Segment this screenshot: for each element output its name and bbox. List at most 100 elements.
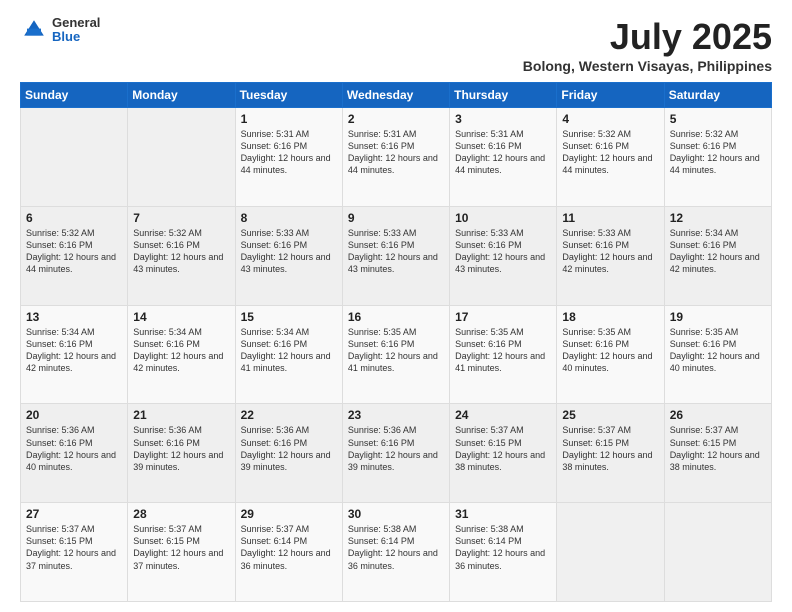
day-info: Sunrise: 5:34 AMSunset: 6:16 PMDaylight:… bbox=[26, 326, 122, 375]
day-number: 4 bbox=[562, 112, 658, 126]
calendar-table: SundayMondayTuesdayWednesdayThursdayFrid… bbox=[20, 82, 772, 602]
day-header-thursday: Thursday bbox=[450, 83, 557, 108]
day-info: Sunrise: 5:34 AMSunset: 6:16 PMDaylight:… bbox=[133, 326, 229, 375]
week-row-4: 20 Sunrise: 5:36 AMSunset: 6:16 PMDayligh… bbox=[21, 404, 772, 503]
title-block: July 2025 Bolong, Western Visayas, Phili… bbox=[523, 16, 772, 74]
day-number: 24 bbox=[455, 408, 551, 422]
calendar-cell: 22 Sunrise: 5:36 AMSunset: 6:16 PMDayligh… bbox=[235, 404, 342, 503]
logo-general: General bbox=[52, 16, 100, 30]
day-number: 30 bbox=[348, 507, 444, 521]
day-info: Sunrise: 5:36 AMSunset: 6:16 PMDaylight:… bbox=[241, 424, 337, 473]
calendar-cell: 7 Sunrise: 5:32 AMSunset: 6:16 PMDaylight… bbox=[128, 206, 235, 305]
day-header-wednesday: Wednesday bbox=[342, 83, 449, 108]
logo-blue: Blue bbox=[52, 30, 100, 44]
calendar-cell bbox=[557, 503, 664, 602]
day-number: 14 bbox=[133, 310, 229, 324]
day-number: 22 bbox=[241, 408, 337, 422]
day-info: Sunrise: 5:34 AMSunset: 6:16 PMDaylight:… bbox=[241, 326, 337, 375]
calendar-cell bbox=[664, 503, 771, 602]
calendar-cell: 10 Sunrise: 5:33 AMSunset: 6:16 PMDayligh… bbox=[450, 206, 557, 305]
main-title: July 2025 bbox=[523, 16, 772, 58]
day-header-monday: Monday bbox=[128, 83, 235, 108]
day-number: 5 bbox=[670, 112, 766, 126]
calendar-cell: 24 Sunrise: 5:37 AMSunset: 6:15 PMDayligh… bbox=[450, 404, 557, 503]
day-number: 23 bbox=[348, 408, 444, 422]
calendar-cell: 5 Sunrise: 5:32 AMSunset: 6:16 PMDaylight… bbox=[664, 108, 771, 207]
day-number: 20 bbox=[26, 408, 122, 422]
day-info: Sunrise: 5:33 AMSunset: 6:16 PMDaylight:… bbox=[562, 227, 658, 276]
day-number: 2 bbox=[348, 112, 444, 126]
day-info: Sunrise: 5:31 AMSunset: 6:16 PMDaylight:… bbox=[455, 128, 551, 177]
day-info: Sunrise: 5:38 AMSunset: 6:14 PMDaylight:… bbox=[348, 523, 444, 572]
day-header-friday: Friday bbox=[557, 83, 664, 108]
day-number: 7 bbox=[133, 211, 229, 225]
day-header-saturday: Saturday bbox=[664, 83, 771, 108]
day-info: Sunrise: 5:31 AMSunset: 6:16 PMDaylight:… bbox=[241, 128, 337, 177]
calendar-cell: 17Sunrise: 5:35 AMSunset: 6:16 PMDayligh… bbox=[450, 305, 557, 404]
day-number: 1 bbox=[241, 112, 337, 126]
day-number: 19 bbox=[670, 310, 766, 324]
day-number: 28 bbox=[133, 507, 229, 521]
day-number: 13 bbox=[26, 310, 122, 324]
calendar-cell: 1 Sunrise: 5:31 AMSunset: 6:16 PMDaylight… bbox=[235, 108, 342, 207]
day-info: Sunrise: 5:32 AMSunset: 6:16 PMDaylight:… bbox=[133, 227, 229, 276]
day-number: 29 bbox=[241, 507, 337, 521]
calendar-cell: 27 Sunrise: 5:37 AMSunset: 6:15 PMDayligh… bbox=[21, 503, 128, 602]
day-info: Sunrise: 5:37 AMSunset: 6:15 PMDaylight:… bbox=[133, 523, 229, 572]
day-number: 3 bbox=[455, 112, 551, 126]
calendar-cell: 8Sunrise: 5:33 AMSunset: 6:16 PMDaylight… bbox=[235, 206, 342, 305]
logo-text: General Blue bbox=[52, 16, 100, 45]
day-info: Sunrise: 5:35 AMSunset: 6:16 PMDaylight:… bbox=[562, 326, 658, 375]
day-number: 15 bbox=[241, 310, 337, 324]
day-number: 18 bbox=[562, 310, 658, 324]
day-info: Sunrise: 5:36 AMSunset: 6:16 PMDaylight:… bbox=[348, 424, 444, 473]
day-number: 11 bbox=[562, 211, 658, 225]
day-number: 8 bbox=[241, 211, 337, 225]
calendar-cell: 21Sunrise: 5:36 AMSunset: 6:16 PMDayligh… bbox=[128, 404, 235, 503]
day-number: 27 bbox=[26, 507, 122, 521]
day-info: Sunrise: 5:35 AMSunset: 6:16 PMDaylight:… bbox=[670, 326, 766, 375]
calendar-cell: 31 Sunrise: 5:38 AMSunset: 6:14 PMDayligh… bbox=[450, 503, 557, 602]
calendar-cell: 29 Sunrise: 5:37 AMSunset: 6:14 PMDayligh… bbox=[235, 503, 342, 602]
day-number: 31 bbox=[455, 507, 551, 521]
week-row-3: 13 Sunrise: 5:34 AMSunset: 6:16 PMDayligh… bbox=[21, 305, 772, 404]
day-info: Sunrise: 5:35 AMSunset: 6:16 PMDaylight:… bbox=[348, 326, 444, 375]
day-info: Sunrise: 5:38 AMSunset: 6:14 PMDaylight:… bbox=[455, 523, 551, 572]
day-info: Sunrise: 5:33 AMSunset: 6:16 PMDaylight:… bbox=[348, 227, 444, 276]
day-info: Sunrise: 5:31 AMSunset: 6:16 PMDaylight:… bbox=[348, 128, 444, 177]
calendar-cell: 18 Sunrise: 5:35 AMSunset: 6:16 PMDayligh… bbox=[557, 305, 664, 404]
day-info: Sunrise: 5:32 AMSunset: 6:16 PMDaylight:… bbox=[26, 227, 122, 276]
calendar-cell: 30 Sunrise: 5:38 AMSunset: 6:14 PMDayligh… bbox=[342, 503, 449, 602]
day-number: 26 bbox=[670, 408, 766, 422]
calendar-cell: 9Sunrise: 5:33 AMSunset: 6:16 PMDaylight… bbox=[342, 206, 449, 305]
day-info: Sunrise: 5:33 AMSunset: 6:16 PMDaylight:… bbox=[455, 227, 551, 276]
day-info: Sunrise: 5:37 AMSunset: 6:15 PMDaylight:… bbox=[26, 523, 122, 572]
day-info: Sunrise: 5:32 AMSunset: 6:16 PMDaylight:… bbox=[670, 128, 766, 177]
day-info: Sunrise: 5:37 AMSunset: 6:15 PMDaylight:… bbox=[455, 424, 551, 473]
page: General Blue July 2025 Bolong, Western V… bbox=[0, 0, 792, 612]
generalblue-logo-icon bbox=[20, 16, 48, 44]
day-number: 21 bbox=[133, 408, 229, 422]
day-info: Sunrise: 5:32 AMSunset: 6:16 PMDaylight:… bbox=[562, 128, 658, 177]
day-info: Sunrise: 5:37 AMSunset: 6:15 PMDaylight:… bbox=[562, 424, 658, 473]
calendar-cell: 26 Sunrise: 5:37 AMSunset: 6:15 PMDayligh… bbox=[664, 404, 771, 503]
logo: General Blue bbox=[20, 16, 100, 45]
subtitle: Bolong, Western Visayas, Philippines bbox=[523, 58, 772, 74]
day-number: 10 bbox=[455, 211, 551, 225]
day-info: Sunrise: 5:37 AMSunset: 6:14 PMDaylight:… bbox=[241, 523, 337, 572]
day-number: 12 bbox=[670, 211, 766, 225]
day-info: Sunrise: 5:37 AMSunset: 6:15 PMDaylight:… bbox=[670, 424, 766, 473]
calendar-cell: 14 Sunrise: 5:34 AMSunset: 6:16 PMDayligh… bbox=[128, 305, 235, 404]
calendar-header-row: SundayMondayTuesdayWednesdayThursdayFrid… bbox=[21, 83, 772, 108]
day-header-tuesday: Tuesday bbox=[235, 83, 342, 108]
calendar-cell bbox=[21, 108, 128, 207]
day-number: 16 bbox=[348, 310, 444, 324]
week-row-2: 6Sunrise: 5:32 AMSunset: 6:16 PMDaylight… bbox=[21, 206, 772, 305]
calendar-cell: 20Sunrise: 5:36 AMSunset: 6:16 PMDayligh… bbox=[21, 404, 128, 503]
calendar-cell bbox=[128, 108, 235, 207]
day-number: 17 bbox=[455, 310, 551, 324]
calendar-cell: 13 Sunrise: 5:34 AMSunset: 6:16 PMDayligh… bbox=[21, 305, 128, 404]
calendar-cell: 28 Sunrise: 5:37 AMSunset: 6:15 PMDayligh… bbox=[128, 503, 235, 602]
calendar-cell: 3 Sunrise: 5:31 AMSunset: 6:16 PMDaylight… bbox=[450, 108, 557, 207]
day-info: Sunrise: 5:34 AMSunset: 6:16 PMDaylight:… bbox=[670, 227, 766, 276]
